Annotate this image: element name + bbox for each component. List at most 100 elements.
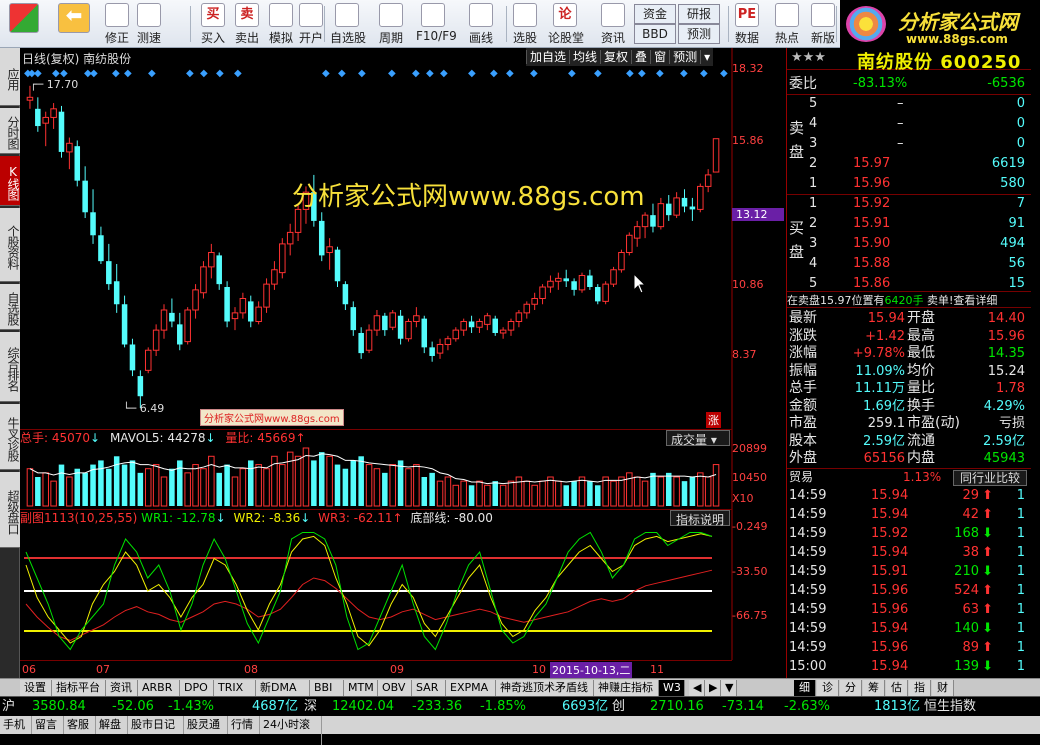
toolbar-label: 测速 bbox=[136, 31, 161, 45]
chart-canvas[interactable]: ◆◆◆ ◆ ◆ ◆◆ ◆ ◆ ◆ ◆ ◆ ◆ ◆ ◆ ◆ ◆ ◆ ◆ ◆ ◆ ◆ ◆ ◆ ◆ ◆ ◆ ◆ ◆ ◆ ◆ ◆ ◆ bbox=[20, 48, 784, 678]
scroll-right-icon[interactable]: ▶ bbox=[705, 680, 721, 696]
back-arrow-button[interactable]: ⬅ bbox=[52, 2, 96, 46]
f10-button[interactable]: F10/F9 bbox=[416, 2, 457, 46]
clock-button[interactable]: 测速 bbox=[132, 2, 166, 46]
pen-button[interactable]: 画线 bbox=[464, 2, 498, 46]
pe-button[interactable]: PE 数据 bbox=[730, 2, 764, 46]
candle-body bbox=[429, 347, 435, 356]
windows-logo-button[interactable] bbox=[2, 2, 46, 46]
buy-level-row[interactable]: 3 15.90 494 bbox=[787, 234, 1031, 254]
buy-level-row[interactable]: 1 15.92 7 bbox=[787, 194, 1031, 214]
nav-item[interactable]: 个股资料 bbox=[0, 208, 20, 282]
indicator-tab[interactable]: 神赚庄指标 bbox=[594, 680, 659, 696]
nav-item[interactable]: 分时图 bbox=[0, 108, 20, 154]
candle-body bbox=[373, 315, 381, 331]
volume-bar bbox=[74, 468, 81, 506]
status-link[interactable]: 行情 bbox=[228, 716, 260, 734]
detail-tab[interactable]: 分 bbox=[840, 680, 862, 696]
fund-button[interactable]: 资金 bbox=[634, 4, 676, 24]
volume-bar bbox=[563, 485, 569, 506]
candle-body bbox=[673, 197, 680, 216]
indicator-tab[interactable]: SAR bbox=[412, 680, 446, 696]
report-button[interactable]: 研报 bbox=[678, 4, 720, 24]
indicator-tab[interactable]: OBV bbox=[378, 680, 412, 696]
volume-select[interactable]: 成交量 ▾ bbox=[666, 430, 730, 447]
news-button[interactable]: 资讯 bbox=[596, 2, 630, 46]
indicator-tab[interactable]: 设置 bbox=[20, 680, 52, 696]
industry-compare-button[interactable]: 同行业比较 bbox=[953, 470, 1027, 486]
scroll-left-icon[interactable]: ◀ bbox=[689, 680, 705, 696]
indicator-tab[interactable]: TRIX bbox=[214, 680, 256, 696]
scroll-down-icon[interactable]: ▼ bbox=[721, 680, 737, 696]
hotspot-button[interactable]: 热点 bbox=[770, 2, 804, 46]
kline-chart-area[interactable]: 日线(复权) 南纺股份 加自选 均线 复权叠窗预测 ▾ ◆ ◆ ◆ ◆ ◆ ◆ ◆ ◆ ◆ ◆ ◆ ◆ ◆ ◆ ◆… bbox=[20, 48, 784, 678]
vol-total: 总手: 45070 bbox=[20, 431, 91, 445]
vol-axis-label: X10 bbox=[732, 492, 754, 505]
buy-level-row[interactable]: 4 15.88 56 bbox=[787, 254, 1031, 274]
current-price-tag: 13.12 bbox=[732, 208, 784, 221]
status-link[interactable]: 留言 bbox=[32, 716, 64, 734]
nav-item[interactable]: 牛叉诊股 bbox=[0, 404, 20, 470]
nav-item[interactable]: K线图 bbox=[0, 156, 20, 206]
status-link[interactable]: 股市日记 bbox=[128, 716, 184, 734]
volume-bar bbox=[602, 476, 609, 507]
nav-item[interactable]: 超级盘口 bbox=[0, 472, 20, 548]
status-link[interactable]: 手机 bbox=[0, 716, 32, 734]
status-link[interactable]: 客服 bbox=[64, 716, 96, 734]
indicator-tab[interactable]: 资讯 bbox=[106, 680, 138, 696]
status-link[interactable]: 股灵通 bbox=[184, 716, 228, 734]
indicator-tab[interactable]: W3 bbox=[659, 680, 685, 696]
volume-bar bbox=[350, 460, 357, 506]
indicator-tab[interactable]: MTM bbox=[344, 680, 378, 696]
indicator-tab[interactable]: 神奇逃顶术矛盾线 bbox=[496, 680, 594, 696]
big-order-notice[interactable]: 在卖盘15.97位置有6420手 卖单!查看详细 bbox=[787, 291, 1031, 308]
indicator-tab[interactable]: EXPMA bbox=[446, 680, 496, 696]
indicator-tab[interactable]: DPO bbox=[180, 680, 214, 696]
status-link[interactable]: 解盘 bbox=[96, 716, 128, 734]
detail-tab[interactable]: 细 bbox=[794, 680, 816, 696]
detail-tab[interactable]: 诊 bbox=[817, 680, 839, 696]
updown-button[interactable]: 修正 bbox=[100, 2, 134, 46]
nav-item[interactable]: 自选股 bbox=[0, 284, 20, 330]
indicator-tab[interactable]: 新DMA bbox=[256, 680, 310, 696]
period-button[interactable]: 周期 bbox=[374, 2, 408, 46]
indicator-tab[interactable]: ARBR bbox=[138, 680, 180, 696]
star-button[interactable]: 自选股 bbox=[330, 2, 366, 46]
detail-tab[interactable]: 财 bbox=[932, 680, 954, 696]
indicator-tab[interactable]: 指标平台 bbox=[52, 680, 106, 696]
sell-level-row[interactable]: 1 15.96 580 bbox=[787, 174, 1031, 194]
limit-up-badge: 涨 bbox=[706, 412, 721, 428]
sell-level-row[interactable]: 2 15.97 6619 bbox=[787, 154, 1031, 174]
hammer-button[interactable]: 模拟 bbox=[264, 2, 298, 46]
sell-level-row[interactable]: 5–0 bbox=[787, 94, 1031, 114]
candle-body bbox=[98, 235, 104, 262]
sell-level-row[interactable]: 3–0 bbox=[787, 134, 1031, 154]
volume-bar bbox=[35, 477, 41, 506]
buy-level-row[interactable]: 2 15.91 91 bbox=[787, 214, 1031, 234]
sell-button[interactable]: 卖卖出 bbox=[230, 2, 264, 46]
detail-tab[interactable]: 估 bbox=[886, 680, 908, 696]
screen-button[interactable]: 选股 bbox=[508, 2, 542, 46]
buy-button[interactable]: 买买入 bbox=[196, 2, 230, 46]
nav-item[interactable]: 应用 bbox=[0, 48, 20, 106]
nav-item[interactable]: 综合排名 bbox=[0, 332, 20, 402]
volume-bar bbox=[311, 460, 317, 506]
candle-body bbox=[697, 185, 704, 210]
candle-body bbox=[184, 309, 191, 343]
news-icon bbox=[601, 3, 625, 27]
detail-tab[interactable]: 筹 bbox=[863, 680, 885, 696]
lock-button[interactable]: 开户 bbox=[294, 2, 328, 46]
signal-diamond-icon: ◆ bbox=[124, 68, 132, 79]
bbd-button[interactable]: BBD bbox=[634, 24, 676, 44]
new-version-button[interactable]: 新版 bbox=[806, 2, 840, 46]
indicator-tab[interactable]: BBI bbox=[310, 680, 344, 696]
forecast-button[interactable]: 预测 bbox=[678, 24, 720, 44]
sell-level-row[interactable]: 4–0 bbox=[787, 114, 1031, 134]
volume-bar bbox=[169, 468, 175, 506]
detail-tab[interactable]: 指 bbox=[909, 680, 931, 696]
volume-bar bbox=[429, 472, 435, 506]
indicator-help-button[interactable]: 指标说明 bbox=[670, 510, 730, 527]
status-link[interactable]: 24小时滚动 bbox=[260, 716, 322, 745]
signal-diamond-icon: ◆ bbox=[200, 68, 208, 79]
forum-button[interactable]: 论论股堂 bbox=[548, 2, 584, 46]
